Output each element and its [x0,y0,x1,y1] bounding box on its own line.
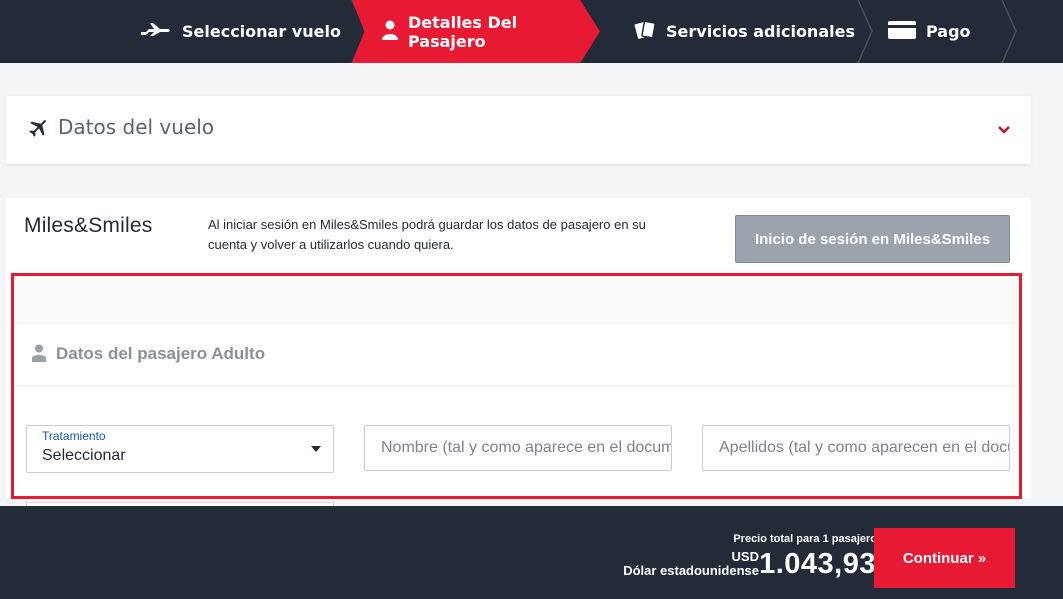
person-icon [382,20,398,44]
person-icon [32,344,46,366]
flight-details-title: Datos del vuelo [58,115,215,139]
price-footer: Precio total para 1 pasajero USD Dólar e… [0,506,1063,599]
step-label: Servicios adicionales [666,22,855,41]
step-separator [856,0,876,64]
total-price-amount: 1.043,93 [759,548,876,580]
booking-stepper: Seleccionar vuelo Detalles Del Pasajero … [0,0,1063,64]
plane-icon [140,22,172,42]
continue-button[interactable]: Continuar » [874,528,1015,588]
step-label: Detalles Del Pasajero [408,12,518,51]
step-passenger-details[interactable]: Detalles Del Pasajero [352,0,600,63]
passenger-header: Datos del pasajero Adulto [14,323,1017,385]
last-name-field[interactable] [702,425,1010,471]
step-label: Seleccionar vuelo [182,22,341,41]
title-select[interactable]: Tratamiento Seleccionar [26,425,334,473]
title-select-value: Seleccionar [42,447,126,464]
step-separator [1000,0,1020,64]
ticket-icon [634,20,656,44]
card-icon [888,20,916,44]
flight-details-card[interactable]: Datos del vuelo [6,96,1031,164]
last-name-input[interactable] [719,439,1009,457]
miles-smiles-logo: Miles&Smiles [24,214,153,237]
miles-smiles-description: Al iniciar sesión en Miles&Smiles podrá … [208,217,646,252]
first-name-input[interactable] [381,439,671,457]
chevron-down-icon[interactable] [997,120,1011,139]
title-select-label: Tratamiento [42,429,106,443]
total-price-label: Precio total para 1 pasajero [733,533,877,545]
passenger-section-band [14,278,1017,322]
currency-code: USD [731,549,759,564]
step-label: Pago [926,22,971,41]
step-select-flight[interactable]: Seleccionar vuelo [140,0,350,63]
currency-name: Dólar estadounidense [623,563,759,578]
miles-smiles-login-button[interactable]: Inicio de sesión en Miles&Smiles [735,215,1010,263]
passenger-header-title: Datos del pasajero Adulto [56,344,266,363]
step-additional-services[interactable]: Servicios adicionales [634,0,856,63]
first-name-field[interactable] [364,425,672,471]
step-payment[interactable]: Pago [888,0,998,63]
caret-down-icon [311,446,321,452]
plane-icon [26,116,50,144]
